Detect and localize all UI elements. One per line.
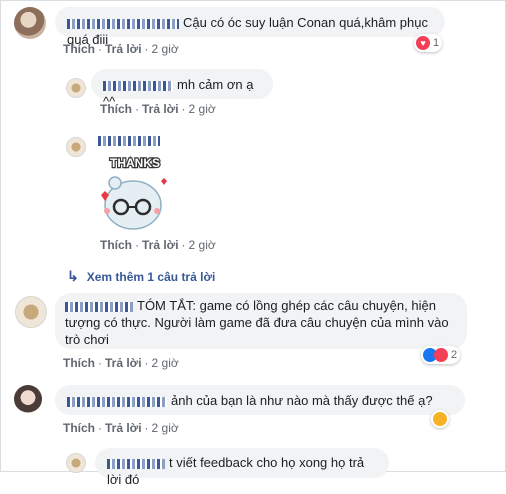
like-link[interactable]: Thích	[63, 421, 95, 435]
comment-bubble: TÓM TẮT: game có lồng ghép các câu chuyệ…	[55, 293, 467, 349]
reply-link[interactable]: Trả lời	[105, 356, 142, 370]
comment-bubble: mh cảm ơn ạ ^^	[91, 69, 273, 109]
reaction-count[interactable]: ♥ 1	[414, 34, 443, 52]
timestamp[interactable]: 2 giờ	[189, 102, 216, 116]
like-link[interactable]: Thích	[63, 42, 95, 56]
avatar[interactable]	[66, 453, 86, 473]
reply-link[interactable]: Trả lời	[142, 102, 179, 116]
commenter-name[interactable]	[67, 18, 179, 29]
timestamp[interactable]: 2 giờ	[152, 42, 179, 56]
avatar[interactable]	[15, 296, 47, 328]
reaction-icon[interactable]	[431, 410, 449, 428]
like-link[interactable]: Thích	[100, 238, 132, 252]
avatar[interactable]	[14, 7, 46, 39]
reply-link[interactable]: Trả lời	[142, 238, 179, 252]
comment-actions: Thích · Trả lời · 2 giờ	[100, 238, 216, 252]
comment-actions: Thích · Trả lời · 2 giờ	[100, 102, 216, 116]
avatar[interactable]	[66, 137, 86, 157]
heart-icon: ♥	[416, 36, 430, 50]
sticker-label: THANKS	[110, 156, 160, 170]
commenter-name[interactable]	[98, 136, 160, 146]
avatar[interactable]	[14, 385, 42, 413]
like-link[interactable]: Thích	[63, 356, 95, 370]
commenter-name[interactable]	[107, 458, 165, 469]
thanks-sticker[interactable]: THANKS	[93, 151, 175, 233]
reply-arrow-icon: ↳	[67, 268, 79, 284]
comment-actions: Thích · Trả lời · 2 giờ	[63, 421, 179, 435]
commenter-name[interactable]	[65, 301, 133, 312]
reply-link[interactable]: Trả lời	[105, 421, 142, 435]
see-more-replies[interactable]: ↳ Xem thêm 1 câu trả lời	[67, 268, 215, 285]
like-link[interactable]: Thích	[100, 102, 132, 116]
commenter-name[interactable]	[67, 396, 167, 407]
avatar[interactable]	[66, 78, 86, 98]
wow-icon	[433, 412, 447, 426]
comment-text: ảnh của bạn là như nào mà thấy được thế …	[171, 393, 433, 408]
commenter-name[interactable]	[103, 80, 173, 91]
comment-bubble: ảnh của bạn là như nào mà thấy được thế …	[55, 385, 465, 415]
timestamp[interactable]: 2 giờ	[152, 356, 179, 370]
reaction-count[interactable]: 2	[421, 346, 461, 364]
heart-icon	[434, 348, 448, 362]
timestamp[interactable]: 2 giờ	[189, 238, 216, 252]
comment-bubble: t viết feedback cho họ xong họ trả lời đ…	[95, 448, 389, 487]
reply-link[interactable]: Trả lời	[105, 42, 142, 56]
comment-actions: Thích · Trả lời · 2 giờ	[63, 42, 179, 56]
comment-bubble: Cậu có óc suy luận Conan quá,khâm phục q…	[55, 7, 445, 47]
timestamp[interactable]: 2 giờ	[152, 421, 179, 435]
comment-actions: Thích · Trả lời · 2 giờ	[63, 356, 179, 370]
